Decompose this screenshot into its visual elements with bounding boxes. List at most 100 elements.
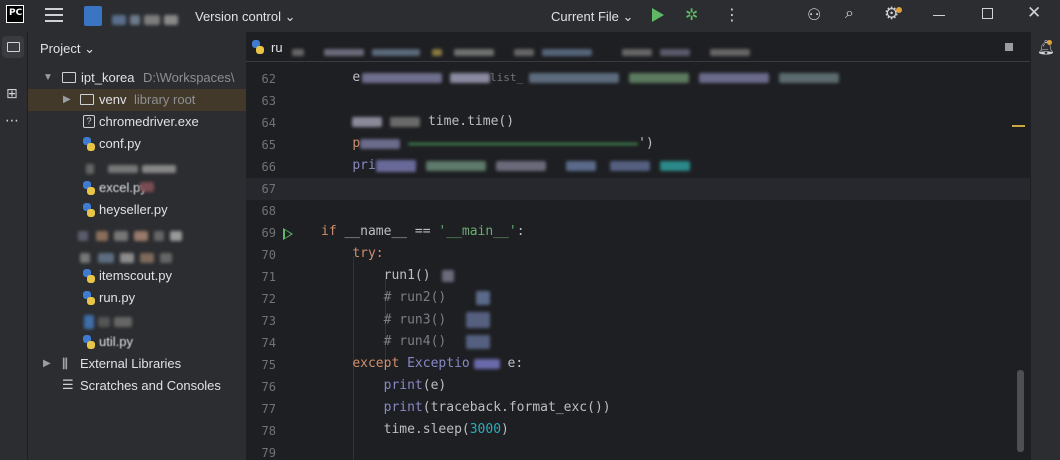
close-icon[interactable]: ✕ xyxy=(1027,3,1041,23)
left-tool-strip: ⊞ ⋯ xyxy=(0,32,28,460)
code-line-75: except Exceptio e: xyxy=(352,356,524,371)
line-number: 79 xyxy=(261,446,276,460)
project-panel: Project ⌄ ▼ ipt_korea D:\Workspaces\ ▶ v… xyxy=(28,32,246,460)
project-tool-icon[interactable] xyxy=(2,36,24,58)
structure-tool-icon[interactable]: ⊞ xyxy=(6,85,18,102)
code-line-70: try: xyxy=(352,246,384,261)
tab-menu-icon[interactable] xyxy=(1005,43,1013,51)
project-badge-icon[interactable] xyxy=(84,6,102,26)
tree-item-chromedriver[interactable]: ? chromedriver.exe xyxy=(28,111,246,133)
scratches-icon: ☰ xyxy=(62,377,74,392)
line-number: 76 xyxy=(261,380,276,394)
hamburger-icon[interactable] xyxy=(45,8,63,24)
tree-item-label: run.py xyxy=(99,290,136,305)
project-name-redacted[interactable] xyxy=(112,11,178,26)
run-icon[interactable] xyxy=(652,8,664,22)
chevron-down-icon: ⌄ xyxy=(622,9,634,24)
line-number: 77 xyxy=(261,402,276,416)
code-line-77: print(traceback.format_exc()) xyxy=(383,400,611,415)
python-file-icon xyxy=(83,335,95,349)
project-panel-header[interactable]: Project ⌄ xyxy=(40,41,95,57)
code-line-78: time.sleep(3000) xyxy=(383,422,509,437)
code-line-73: # run3() xyxy=(321,312,491,328)
tree-item-run[interactable]: run.py xyxy=(28,287,246,309)
redaction-block xyxy=(140,182,154,192)
chevron-down-icon: ⌄ xyxy=(284,9,296,24)
folder-icon xyxy=(80,94,94,105)
title-bar: PC Version control ⌄ Current File ⌄ ✲ ⋮ … xyxy=(0,0,1060,32)
code-line-76: print(e) xyxy=(383,378,447,393)
code-line-69: if __name__ == '__main__': xyxy=(321,224,525,239)
python-file-icon xyxy=(83,291,95,305)
tree-item-util[interactable]: util.py xyxy=(28,331,246,353)
tree-item-itemscout[interactable]: itemscout.py xyxy=(28,265,246,287)
tree-item-heyseller[interactable]: heyseller.py xyxy=(28,199,246,221)
tree-item-redacted-2[interactable] xyxy=(28,221,246,243)
current-line-highlight xyxy=(246,178,1030,200)
folder-icon xyxy=(62,72,76,83)
tree-item-scratches[interactable]: ☰ Scratches and Consoles xyxy=(28,375,246,397)
tab-run-py[interactable]: ru xyxy=(271,40,283,55)
minimize-icon[interactable] xyxy=(933,15,945,16)
python-file-icon xyxy=(83,181,95,195)
code-line-72: # run2() xyxy=(321,290,491,305)
debug-icon[interactable]: ✲ xyxy=(685,5,698,25)
tree-item-label: chromedriver.exe xyxy=(99,114,199,129)
tree-root-label: ipt_korea xyxy=(81,70,135,85)
line-number: 64 xyxy=(261,116,276,130)
code-line-62: e list_ xyxy=(321,70,840,85)
tree-item-hint: library root xyxy=(134,92,196,107)
more-icon[interactable]: ⋮ xyxy=(724,5,740,25)
tree-item-venv[interactable]: ▶ venv library root xyxy=(28,89,246,111)
chevron-right-icon: ▶ xyxy=(43,358,51,369)
tree-item-excel[interactable]: excel.py xyxy=(28,177,246,199)
line-number: 69 xyxy=(261,226,276,240)
tree-item-redacted-1[interactable] xyxy=(28,155,246,177)
line-number: 75 xyxy=(261,358,276,372)
library-icon: ⫼ xyxy=(62,356,68,371)
tree-item-redacted-4[interactable] xyxy=(28,309,246,331)
more-tools-icon[interactable]: ⋯ xyxy=(5,112,20,129)
notification-badge-icon xyxy=(1047,40,1052,45)
line-number: 71 xyxy=(261,270,276,284)
redacted-filename xyxy=(80,249,172,264)
editor-tab-bar: ru xyxy=(246,32,1030,62)
right-tool-strip: 🔔︎ xyxy=(1030,32,1060,460)
line-number: 63 xyxy=(261,94,276,108)
line-number: 68 xyxy=(261,204,276,218)
tree-item-external-libraries[interactable]: ▶ ⫼ External Libraries xyxy=(28,353,246,375)
code-editor[interactable]: ru 62 63 64 65 66 67 68 69 70 71 72 73 74 75 76 77 78 79 … xyxy=(246,32,1030,460)
tree-item-redacted-3[interactable] xyxy=(28,243,246,265)
python-file-icon xyxy=(83,203,95,217)
add-user-icon[interactable]: ⚇ xyxy=(807,5,821,25)
run-config-selector[interactable]: Current File ⌄ xyxy=(551,9,633,25)
code-line-71: run1() xyxy=(321,268,455,283)
chevron-right-icon: ▶ xyxy=(63,94,71,105)
code-line-66: pri xyxy=(321,158,690,173)
tree-item-label: conf.py xyxy=(99,136,141,151)
maximize-icon[interactable] xyxy=(982,8,993,19)
editor-scrollbar[interactable] xyxy=(1017,370,1024,452)
tree-item-conf[interactable]: conf.py xyxy=(28,133,246,155)
tree-root-path: D:\Workspaces\ xyxy=(143,70,235,85)
tree-root-ipt-korea[interactable]: ▼ ipt_korea D:\Workspaces\ xyxy=(28,67,246,89)
code-line-64: time.time() xyxy=(321,114,514,129)
line-number: 73 xyxy=(261,314,276,328)
python-file-icon xyxy=(83,137,95,151)
chevron-down-icon: ▼ xyxy=(43,72,53,83)
chevron-down-icon: ⌄ xyxy=(84,41,95,56)
line-number: 66 xyxy=(261,160,276,174)
unknown-file-icon: ? xyxy=(83,115,95,128)
code-line-74: # run4() xyxy=(321,334,491,349)
line-number: 67 xyxy=(261,182,276,196)
line-number: 78 xyxy=(261,424,276,438)
search-icon[interactable]: ⌕ xyxy=(845,5,854,23)
line-number: 62 xyxy=(261,72,276,86)
tree-item-label: External Libraries xyxy=(80,356,182,371)
run-gutter-icon[interactable] xyxy=(283,228,293,240)
notifications-icon[interactable]: 🔔︎ xyxy=(1037,39,1055,56)
version-control-menu[interactable]: Version control ⌄ xyxy=(195,9,296,25)
line-number-gutter: 62 63 64 65 66 67 68 69 70 71 72 73 74 75 76 77 78 79 xyxy=(246,68,316,460)
tree-item-label: venv xyxy=(99,92,127,107)
warning-marker[interactable] xyxy=(1012,125,1025,127)
